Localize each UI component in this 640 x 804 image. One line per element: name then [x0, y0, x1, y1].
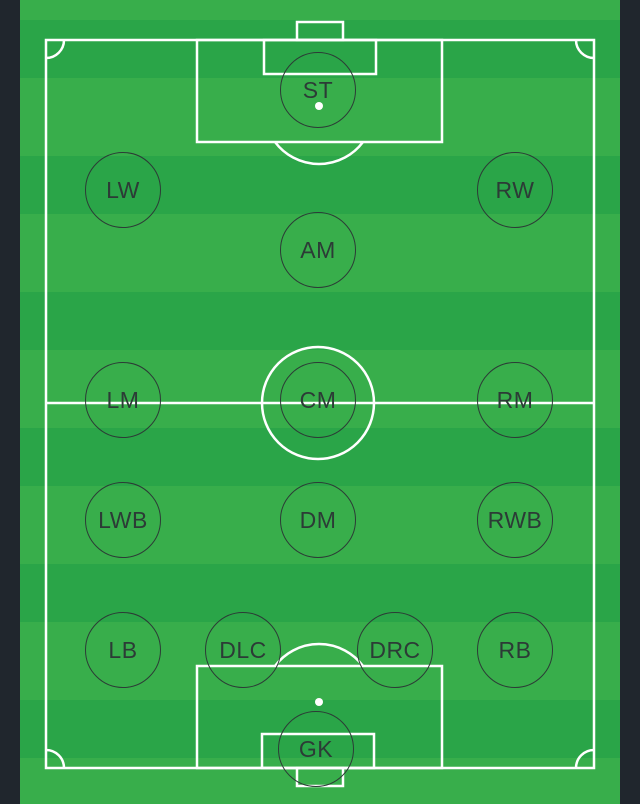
- position-dlc[interactable]: DLC: [205, 612, 281, 688]
- top-goal: [295, 20, 345, 42]
- position-drc[interactable]: DRC: [357, 612, 433, 688]
- bottom-penalty-spot: [315, 698, 323, 706]
- position-st[interactable]: ST: [280, 52, 356, 128]
- position-rw[interactable]: RW: [477, 152, 553, 228]
- position-lw[interactable]: LW: [85, 152, 161, 228]
- corner-arc-bottom-right: [574, 748, 595, 769]
- position-lb[interactable]: LB: [85, 612, 161, 688]
- position-lwb[interactable]: LWB: [85, 482, 161, 558]
- position-dm[interactable]: DM: [280, 482, 356, 558]
- position-rwb[interactable]: RWB: [477, 482, 553, 558]
- position-rb[interactable]: RB: [477, 612, 553, 688]
- top-penalty-arc: [274, 141, 364, 166]
- bottom-penalty-arc: [274, 642, 364, 667]
- position-gk[interactable]: GK: [278, 711, 354, 787]
- position-rm[interactable]: RM: [477, 362, 553, 438]
- position-am[interactable]: AM: [280, 212, 356, 288]
- position-lm[interactable]: LM: [85, 362, 161, 438]
- corner-arc-top-left: [45, 39, 66, 60]
- pitch: ST LW RW AM LM CM RM LWB DM RWB LB DLC D…: [20, 0, 620, 804]
- corner-arc-bottom-left: [45, 748, 66, 769]
- corner-arc-top-right: [574, 39, 595, 60]
- position-cm[interactable]: CM: [280, 362, 356, 438]
